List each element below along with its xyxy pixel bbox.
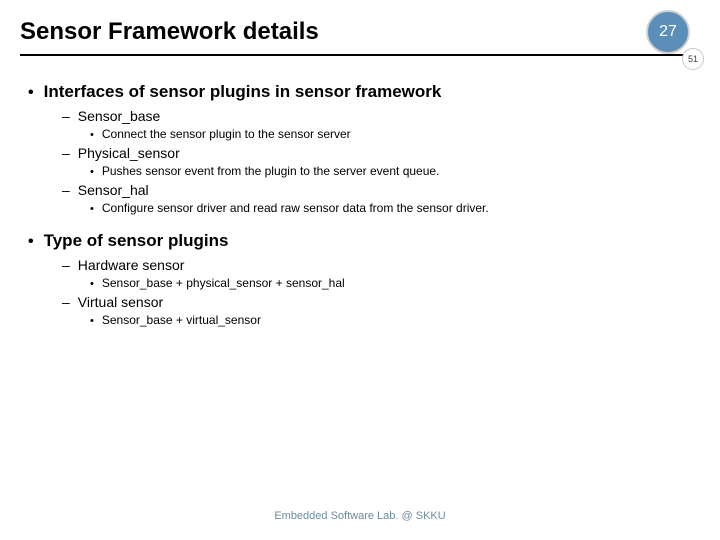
item-detail: Sensor_base + physical_sensor + sensor_h…	[90, 276, 692, 290]
item-head: Sensor_base	[62, 108, 692, 124]
content-area: Interfaces of sensor plugins in sensor f…	[0, 56, 720, 327]
item-head: Virtual sensor	[62, 294, 692, 310]
section-head: Type of sensor plugins	[28, 231, 692, 251]
item-sensor-base: Sensor_base Connect the sensor plugin to…	[62, 108, 692, 141]
item-detail: Sensor_base + virtual_sensor	[90, 313, 692, 327]
badge-main: 27	[646, 10, 690, 54]
item-head: Sensor_hal	[62, 182, 692, 198]
slide-number-badge: 27 51	[646, 10, 690, 54]
item-head: Hardware sensor	[62, 257, 692, 273]
item-detail: Pushes sensor event from the plugin to t…	[90, 164, 692, 178]
footer-text: Embedded Software Lab. @ SKKU	[0, 510, 720, 522]
section-types: Type of sensor plugins Hardware sensor S…	[28, 231, 692, 327]
page-title: Sensor Framework details	[20, 18, 319, 46]
item-hardware-sensor: Hardware sensor Sensor_base + physical_s…	[62, 257, 692, 290]
item-virtual-sensor: Virtual sensor Sensor_base + virtual_sen…	[62, 294, 692, 327]
section-head: Interfaces of sensor plugins in sensor f…	[28, 82, 692, 102]
item-physical-sensor: Physical_sensor Pushes sensor event from…	[62, 145, 692, 178]
item-detail: Configure sensor driver and read raw sen…	[90, 201, 692, 215]
item-head: Physical_sensor	[62, 145, 692, 161]
badge-small: 51	[682, 48, 704, 70]
item-detail: Connect the sensor plugin to the sensor …	[90, 127, 692, 141]
item-sensor-hal: Sensor_hal Configure sensor driver and r…	[62, 182, 692, 215]
section-interfaces: Interfaces of sensor plugins in sensor f…	[28, 82, 692, 215]
